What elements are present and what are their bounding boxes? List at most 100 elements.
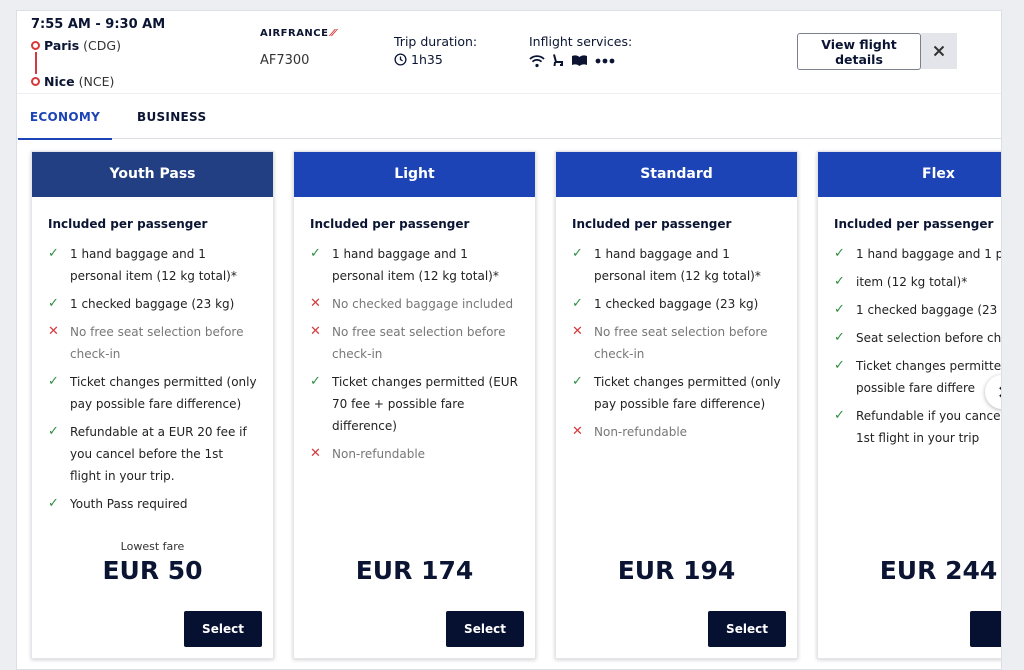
cross-icon: ✕ — [310, 324, 321, 339]
feature-item: ✓ item (12 kg total)* — [834, 271, 1001, 293]
check-icon: ✓ — [48, 374, 59, 389]
check-icon: ✓ — [572, 296, 583, 311]
origin: Paris (CDG) — [31, 37, 121, 53]
check-icon: ✓ — [48, 424, 59, 439]
feature-item: ✕ Non-refundable — [310, 443, 519, 465]
destination: Nice (NCE) — [31, 73, 121, 89]
flight-summary: 7:55 AM - 9:30 AM Paris (CDG) Nice (NCE)… — [17, 11, 1001, 93]
destination-city: Nice — [44, 73, 75, 89]
feature-text: 1 hand baggage and 1 personal item (12 k… — [70, 247, 237, 283]
close-icon — [933, 45, 945, 57]
wifi-icon — [529, 54, 545, 67]
tab-economy[interactable]: ECONOMY — [18, 94, 112, 140]
feature-item: ✓ Ticket changes permitted (EUR 70 fee + … — [310, 371, 519, 437]
fare-name: Standard — [556, 152, 797, 197]
feature-text: 1 hand baggage and 1 pe — [856, 247, 1002, 261]
feature-item: ✕ No free seat selection before check-in — [572, 321, 781, 365]
feature-text: 1 checked baggage (23 kg — [856, 303, 1002, 317]
select-button[interactable]: Select — [184, 611, 262, 647]
fare-name: Light — [294, 152, 535, 197]
fare-card-youth-pass: Youth Pass Included per passenger ✓ 1 hand … — [31, 151, 274, 659]
cross-icon: ✕ — [310, 296, 321, 311]
feature-item: ✓ 1 hand baggage and 1 pe — [834, 243, 1002, 265]
feature-text: No checked baggage included — [332, 297, 514, 311]
destination-code: (NCE) — [78, 73, 115, 89]
cabin-tabs: ECONOMY BUSINESS — [17, 93, 1001, 140]
check-icon: ✓ — [48, 246, 59, 261]
feature-text: 1 hand baggage and 1 personal item (12 k… — [332, 247, 499, 283]
view-flight-details-button[interactable]: View flight details — [797, 33, 921, 70]
chevron-right-icon — [999, 386, 1001, 398]
fare-name: Youth Pass — [32, 152, 273, 197]
inflight-services: Inflight services: — [529, 34, 632, 68]
feature-text: 1 checked baggage (23 kg) — [70, 297, 235, 311]
feature-item: ✓ Refundable at a EUR 20 fee if you cance… — [48, 421, 257, 487]
fare-price: EUR 174 — [355, 556, 474, 585]
feature-item: ✓ 1 hand baggage and 1 personal item (12 … — [310, 243, 519, 287]
airline-logo: AIRFRANCE ⁄⁄ — [260, 28, 336, 39]
feature-item: ✓ Ticket changes permitted (only pay poss… — [48, 371, 257, 415]
flight-fare-panel: 7:55 AM - 9:30 AM Paris (CDG) Nice (NCE)… — [16, 10, 1002, 670]
lowest-fare-badge: Lowest fare — [120, 540, 185, 553]
check-icon: ✓ — [834, 246, 845, 261]
feature-item: ✓ Youth Pass required — [48, 493, 257, 515]
feature-text: Ticket changes permitted (only pay possi… — [70, 375, 257, 411]
feature-item: ✓ 1 hand baggage and 1 personal item (12 … — [572, 243, 781, 287]
seat-icon — [553, 54, 563, 67]
cross-icon: ✕ — [310, 446, 321, 461]
close-button[interactable] — [921, 33, 957, 69]
check-icon: ✓ — [834, 274, 845, 289]
feature-text: Refundable if you cancel the 1st flight … — [856, 409, 1002, 445]
fare-card-flex: Flex Included per passenger ✓ 1 hand baggag… — [817, 151, 1002, 659]
more-icon — [595, 58, 615, 63]
feature-item: ✓ Refundable if you cancel the 1st flight… — [834, 405, 1002, 449]
flight-number: AF7300 — [260, 53, 310, 68]
check-icon: ✓ — [48, 496, 59, 511]
airline-info: AIRFRANCE ⁄⁄ AF7300 — [260, 28, 336, 68]
fare-name: Flex — [818, 152, 1001, 197]
cross-icon: ✕ — [572, 424, 583, 439]
check-icon: ✓ — [572, 246, 583, 261]
feature-item: ✓ 1 checked baggage (23 kg) — [572, 293, 781, 315]
feature-item: ✕ No free seat selection before check-in — [310, 321, 519, 365]
fare-price: EUR 244 — [879, 556, 998, 585]
included-label: Included per passenger — [310, 217, 470, 231]
feature-text: Youth Pass required — [70, 497, 188, 511]
check-icon: ✓ — [48, 296, 59, 311]
tab-business[interactable]: BUSINESS — [137, 94, 206, 140]
feature-text: Ticket changes permitted (only pay possi… — [594, 375, 781, 411]
feature-text: Ticket changes permitted (EUR 70 fee + p… — [332, 375, 518, 433]
feature-text: No free seat selection before check-in — [594, 325, 768, 361]
feature-item: ✓ 1 hand baggage and 1 personal item (12 … — [48, 243, 257, 287]
origin-city: Paris — [44, 37, 80, 53]
destination-dot-icon — [31, 76, 40, 86]
fare-card-light: Light Included per passenger ✓ 1 hand bagga… — [293, 151, 536, 659]
feature-item: ✕ No free seat selection before check-in — [48, 321, 257, 365]
book-icon — [572, 55, 587, 66]
included-label: Included per passenger — [834, 217, 994, 231]
fare-price: EUR 50 — [102, 556, 203, 585]
fare-price: EUR 194 — [617, 556, 736, 585]
fare-card-standard: Standard Included per passenger ✓ 1 hand ba… — [555, 151, 798, 659]
duration-label: Trip duration: — [394, 34, 478, 49]
feature-text: Ticket changes permitted pay possible fa… — [856, 359, 1002, 395]
origin-code: (CDG) — [83, 37, 121, 53]
feature-text: Non-refundable — [332, 447, 426, 461]
select-button[interactable]: Select — [446, 611, 524, 647]
feature-item: ✓ Ticket changes permitted pay possible f… — [834, 355, 1002, 399]
feature-item: ✓ Seat selection before che — [834, 327, 1001, 349]
feature-text: No free seat selection before check-in — [332, 325, 506, 361]
select-button[interactable]: Select — [708, 611, 786, 647]
select-button[interactable]: Se — [970, 611, 1001, 647]
cross-icon: ✕ — [48, 324, 59, 339]
feature-item: ✕ No checked baggage included — [310, 293, 519, 315]
feature-text: 1 hand baggage and 1 personal item (12 k… — [594, 247, 761, 283]
trip-duration: Trip duration: 1h35 — [394, 34, 477, 67]
feature-text: item (12 kg total)* — [856, 275, 968, 289]
feature-text: Refundable at a EUR 20 fee if you cancel… — [70, 425, 247, 483]
check-icon: ✓ — [834, 330, 845, 345]
check-icon: ✓ — [834, 302, 845, 317]
clock-icon — [394, 53, 407, 66]
cross-icon: ✕ — [572, 324, 583, 339]
feature-text: 1 checked baggage (23 kg) — [594, 297, 759, 311]
